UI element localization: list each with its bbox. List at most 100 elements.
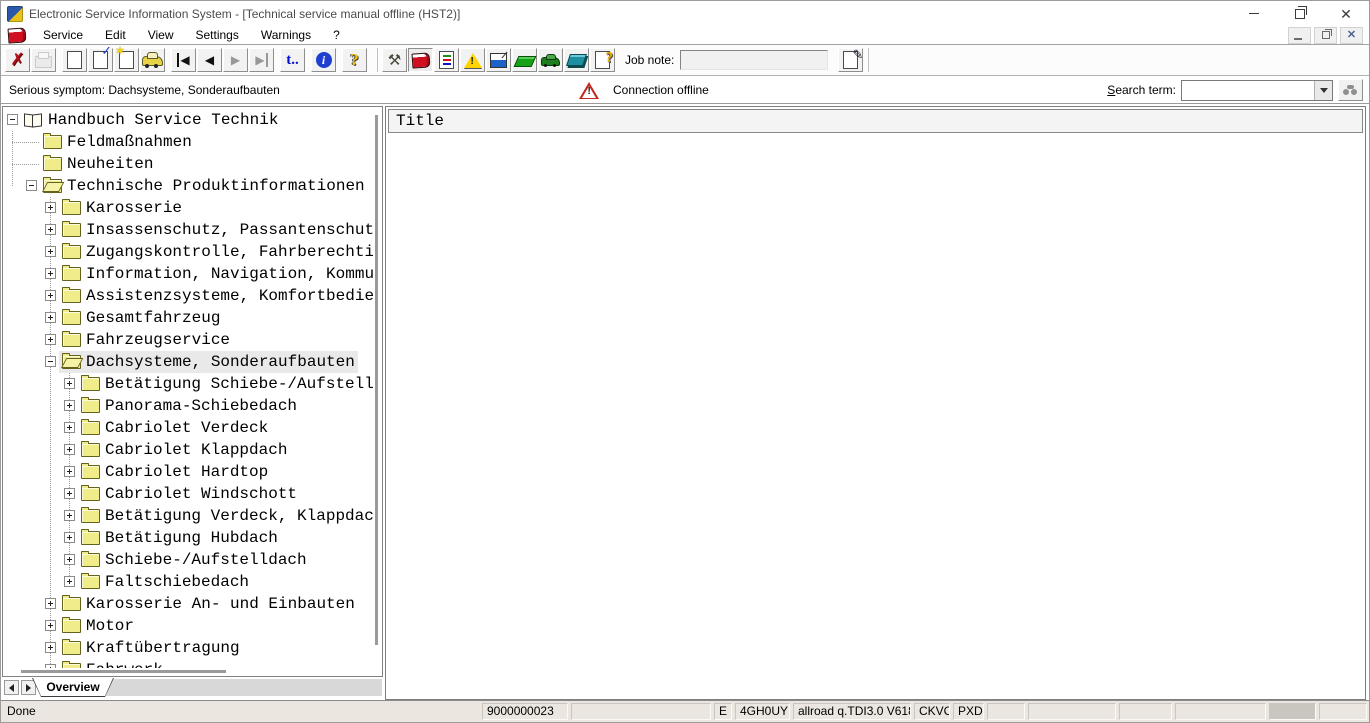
mdi-restore-button[interactable]	[1314, 27, 1337, 44]
expand-icon[interactable]	[45, 620, 56, 631]
menu-help[interactable]: ?	[322, 26, 351, 44]
help-button[interactable]	[342, 48, 367, 72]
expand-icon[interactable]	[45, 246, 56, 257]
mdi-close-button[interactable]: ✕	[1340, 27, 1363, 44]
new-note-button[interactable]	[114, 48, 139, 72]
note-edit-button[interactable]	[838, 48, 863, 72]
previous-record-button[interactable]	[197, 48, 222, 72]
expand-icon[interactable]	[45, 334, 56, 345]
expand-icon[interactable]	[45, 312, 56, 323]
expand-icon[interactable]	[64, 422, 75, 433]
menu-edit[interactable]: Edit	[94, 26, 137, 44]
expand-icon[interactable]	[64, 400, 75, 411]
expand-icon[interactable]	[45, 598, 56, 609]
new-note-icon	[119, 51, 134, 69]
history-button[interactable]: t..	[280, 48, 305, 72]
tree-item[interactable]: Insassenschutz, Passantenschutz	[3, 219, 373, 241]
tree-item[interactable]: Cabriolet Klappdach	[3, 439, 373, 461]
info-button[interactable]	[311, 48, 336, 72]
expand-icon[interactable]	[64, 466, 75, 477]
warning-triangle-button[interactable]	[460, 48, 485, 72]
exit-button[interactable]	[5, 48, 30, 72]
tree-item[interactable]: Fahrzeugservice	[3, 329, 373, 351]
tree-item[interactable]: Betätigung Hubdach	[3, 527, 373, 549]
binoculars-icon	[1343, 86, 1358, 95]
expand-icon[interactable]	[45, 224, 56, 235]
green-car-button[interactable]	[538, 48, 563, 72]
search-term-input[interactable]	[1182, 81, 1314, 100]
document-list-button[interactable]	[434, 48, 459, 72]
tree-connector	[12, 164, 40, 165]
tree-item[interactable]: Kraftübertragung	[3, 637, 373, 659]
expand-icon[interactable]	[64, 378, 75, 389]
tree-item[interactable]: Panorama-Schiebedach	[3, 395, 373, 417]
expand-icon[interactable]	[64, 532, 75, 543]
job-note-input[interactable]	[680, 50, 828, 70]
expand-icon[interactable]	[45, 664, 56, 668]
tab-overview[interactable]: Overview	[32, 678, 114, 697]
history-icon: t..	[286, 52, 299, 69]
tree-item[interactable]: Neuheiten	[3, 153, 373, 175]
tree-item[interactable]: Fahrwerk	[3, 659, 373, 668]
tools-button[interactable]	[382, 48, 407, 72]
tree-item[interactable]: Karosserie	[3, 197, 373, 219]
tree-item[interactable]: Motor	[3, 615, 373, 637]
tree-item[interactable]: Zugangskontrolle, Fahrberechtigung	[3, 241, 373, 263]
tree-item[interactable]: Betätigung Verdeck, Klappdach	[3, 505, 373, 527]
expand-icon[interactable]	[64, 488, 75, 499]
tree-item[interactable]: Handbuch Service Technik	[3, 109, 373, 131]
tree-item[interactable]: Feldmaßnahmen	[3, 131, 373, 153]
green-book-button[interactable]	[512, 48, 537, 72]
expand-icon[interactable]	[64, 554, 75, 565]
collapse-icon[interactable]	[26, 180, 37, 191]
expand-icon[interactable]	[64, 576, 75, 587]
paint-button[interactable]	[486, 48, 511, 72]
tree-item-content: Karosserie An- und Einbauten	[59, 593, 358, 615]
tab-scroll-left-button[interactable]	[4, 680, 19, 695]
document-question-button[interactable]	[590, 48, 615, 72]
tree-item[interactable]: Schiebe-/Aufstelldach	[3, 549, 373, 571]
tree-item-content: Gesamtfahrzeug	[59, 307, 223, 329]
tree-item-content: Kraftübertragung	[59, 637, 243, 659]
expand-icon[interactable]	[45, 642, 56, 653]
tree-item[interactable]: Cabriolet Verdeck	[3, 417, 373, 439]
search-dropdown-button[interactable]	[1314, 81, 1332, 100]
mdi-minimize-button[interactable]	[1288, 27, 1311, 44]
restore-button[interactable]	[1277, 1, 1323, 26]
tree-item[interactable]: Assistenzsysteme, Komfortbedienung	[3, 285, 373, 307]
manual-button[interactable]	[408, 48, 433, 72]
tree-item[interactable]: Gesamtfahrzeug	[3, 307, 373, 329]
tree-item[interactable]: Faltschiebedach	[3, 571, 373, 593]
new-document-button[interactable]	[62, 48, 87, 72]
document-check-button[interactable]	[88, 48, 113, 72]
menu-warnings[interactable]: Warnings	[250, 26, 322, 44]
expand-icon[interactable]	[64, 444, 75, 455]
vertical-scrollbar[interactable]	[375, 115, 378, 645]
tree-item[interactable]: Dachsysteme, Sonderaufbauten	[3, 351, 373, 373]
workshop-equipment-button[interactable]	[564, 48, 589, 72]
collapse-icon[interactable]	[45, 356, 56, 367]
menu-service[interactable]: Service	[32, 26, 94, 44]
expand-icon[interactable]	[45, 202, 56, 213]
menu-view[interactable]: View	[137, 26, 185, 44]
expand-icon[interactable]	[64, 510, 75, 521]
tree-item[interactable]: Cabriolet Hardtop	[3, 461, 373, 483]
minimize-button[interactable]	[1231, 1, 1277, 26]
vehicle-button[interactable]	[140, 48, 165, 72]
tab-scroll-right-button[interactable]	[21, 680, 36, 695]
tree-item[interactable]: Information, Navigation, Kommunikation	[3, 263, 373, 285]
search-term-combobox[interactable]	[1181, 80, 1333, 101]
tree-item[interactable]: Cabriolet Windschott	[3, 483, 373, 505]
tree-item[interactable]: Technische Produktinformationen	[3, 175, 373, 197]
menu-settings[interactable]: Settings	[185, 26, 250, 44]
print-button	[31, 48, 56, 72]
expand-icon[interactable]	[45, 268, 56, 279]
close-button[interactable]: ✕	[1323, 1, 1369, 26]
tree-item[interactable]: Betätigung Schiebe-/Aufstelldach	[3, 373, 373, 395]
expand-icon[interactable]	[45, 290, 56, 301]
horizontal-scrollbar[interactable]	[21, 670, 226, 673]
tree-item[interactable]: Karosserie An- und Einbauten	[3, 593, 373, 615]
collapse-icon[interactable]	[7, 114, 18, 125]
first-record-button[interactable]	[171, 48, 196, 72]
tree-item-label: Cabriolet Hardtop	[105, 461, 268, 483]
